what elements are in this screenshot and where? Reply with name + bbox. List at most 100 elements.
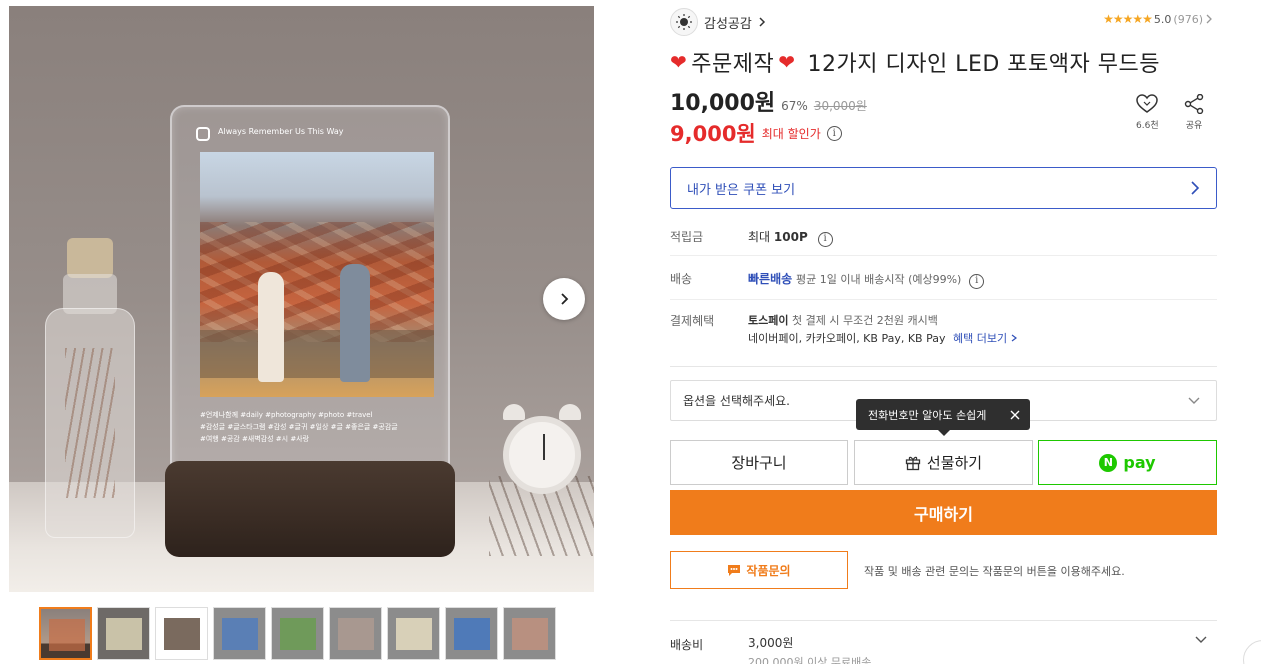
points-prefix: 최대 [748,230,771,244]
floating-button[interactable] [1243,640,1261,664]
hashtags-line: #여행 #공감 #새벽감성 #시 #사랑 [200,435,310,443]
info-icon[interactable]: i [969,273,985,289]
thumbnail[interactable] [503,607,556,660]
payment-row: 결제혜택 토스페이 첫 결제 시 무조건 2천원 캐시백 네이버페이, 카카오페… [670,300,1217,362]
inquiry-label: 작품문의 [746,563,791,578]
main-product-image: Always Remember Us This Way #언제나함께 #dail… [9,6,594,592]
points-label: 적립금 [670,230,704,244]
coupon-button[interactable]: 내가 받은 쿠폰 보기 [670,167,1217,209]
thumbnail[interactable] [445,607,498,660]
chevron-right-icon [759,17,765,27]
chat-bubble-icon [728,564,741,576]
title-custom: 주문제작 [691,52,775,77]
hashtags-line: #언제나함께 #daily #photography #photo #trave… [200,411,373,419]
like-count: 6.6천 [1136,121,1159,131]
shipping-label: 배송 [670,272,693,286]
coupon-label: 내가 받은 쿠폰 보기 [687,182,796,198]
naver-n-icon: N [1099,453,1118,472]
rating-count: (976) [1173,12,1203,26]
shipping-fee-label: 배송비 [670,638,704,652]
shipping-row: 배송 빠른배송 평균 1일 이내 배송시작 (예상99%) i [670,256,1217,300]
shipping-value: 빠른배송 평균 1일 이내 배송시작 (예상99%) i [748,270,1217,289]
shipping-fee-amount: 3,000원 [748,636,794,650]
info-icon[interactable]: i [826,125,842,141]
option-placeholder: 옵션을 선택해주세요. [683,394,790,408]
inquiry-note: 작품 및 배송 관련 문의는 작품문의 버튼을 이용해주세요. [864,565,1125,578]
thumbnail[interactable] [213,607,266,660]
gift-label: 선물하기 [926,454,983,472]
heart-icon: ❤ [778,50,796,74]
thumbnail[interactable] [329,607,382,660]
npay-label: pay [1123,453,1156,472]
chevron-right-icon [1191,181,1200,195]
shop-avatar [670,8,698,36]
wooden-led-base [165,461,455,557]
toss-pay-desc: 첫 결제 시 무조건 2천원 캐시백 [791,314,938,327]
share-icon [1184,94,1204,114]
couple-photo [200,152,434,397]
payment-value: 토스페이 첫 결제 시 무조건 2천원 캐시백 네이버페이, 카카오페이, KB… [748,312,1217,352]
buy-label: 구매하기 [914,504,973,524]
price-row: 10,000원 67% 30,000원 [670,85,867,117]
discount-rate: 67% [781,99,808,113]
benefit-info: 적립금 최대 100P i 배송 빠른배송 평균 1일 이내 배송시작 (예상9… [670,218,1217,362]
divider [670,366,1217,367]
shipping-desc: 평균 1일 이내 배송시작 (예상99%) [796,273,962,286]
price: 10,000원 [670,91,776,116]
buy-button[interactable]: 구매하기 [670,490,1217,535]
share-button[interactable]: 공유 [1183,94,1205,131]
tooltip-text: 전화번호만 알아도 손쉽게 [868,408,987,422]
payment-methods: 네이버페이, 카카오페이, KB Pay, KB Pay [748,332,946,345]
frame-caption: Always Remember Us This Way [218,127,344,136]
hashtags-line: #감성글 #글스타그램 #감성 #글귀 #일상 #글 #좋은글 #공감글 [200,423,398,431]
alarm-clock-prop [503,404,581,494]
free-shipping-note: 200,000원 이상 무료배송 [748,656,872,664]
cart-label: 장바구니 [731,454,787,472]
acrylic-photo-frame: Always Remember Us This Way #언제나함께 #dail… [170,105,450,477]
star-rating-icon: ★★★★★ [1103,12,1153,26]
glass-bottle-prop [45,238,135,538]
sale-price: 9,000원 [670,122,756,146]
fast-shipping-badge: 빠른배송 [748,272,793,286]
thumbnail[interactable] [271,607,324,660]
inquiry-button[interactable]: 작품문의 [670,551,848,589]
close-icon[interactable] [1010,410,1020,420]
points-row: 적립금 최대 100P i [670,218,1217,256]
gift-icon [905,456,921,470]
thumbnail-strip [39,607,556,660]
shop-name: 감성공감 [704,16,752,32]
chevron-right-icon [561,293,569,305]
chevron-right-icon [1206,14,1212,24]
benefits-more-label: 혜택 더보기 [952,332,1008,345]
shop-link[interactable]: 감성공감 [670,8,766,36]
thumbnail[interactable] [97,607,150,660]
chevron-right-icon [1011,334,1017,342]
heart-outline-icon [1136,94,1159,113]
gift-tooltip: 전화번호만 알아도 손쉽게 [856,399,1030,436]
like-button[interactable]: 6.6천 [1136,94,1159,131]
thumbnail[interactable] [39,607,92,660]
info-icon[interactable]: i [817,231,833,247]
next-image-button[interactable] [543,278,585,320]
sale-row: 9,000원 최대 할인가 i [670,118,842,148]
chevron-down-icon [1195,636,1207,643]
benefits-more-link[interactable]: 혜택 더보기 [953,332,1017,345]
sale-note: 최대 할인가 [761,126,821,141]
frame-hashtags: #언제나함께 #daily #photography #photo #trave… [200,409,436,445]
rating-summary[interactable]: ★★★★★ 5.0 (976) [1103,12,1213,26]
product-title: ❤ 주문제작 ❤ 12가지 디자인 LED 포토액자 무드등 [670,46,1215,78]
naver-pay-button[interactable]: N pay [1038,440,1217,485]
divider [670,620,1217,621]
sun-logo-icon [676,14,692,30]
thumbnail[interactable] [387,607,440,660]
camera-icon [196,127,210,141]
payment-label: 결제혜택 [670,314,715,328]
rating-score: 5.0 [1153,12,1172,26]
points-value: 100P [773,230,808,244]
gift-button[interactable]: 선물하기 [854,440,1033,485]
title-main: 12가지 디자인 LED 포토액자 무드등 [807,52,1160,77]
points-value-wrap: 최대 100P i [748,228,1217,247]
chevron-down-icon [1188,397,1200,404]
cart-button[interactable]: 장바구니 [670,440,848,485]
thumbnail[interactable] [155,607,208,660]
